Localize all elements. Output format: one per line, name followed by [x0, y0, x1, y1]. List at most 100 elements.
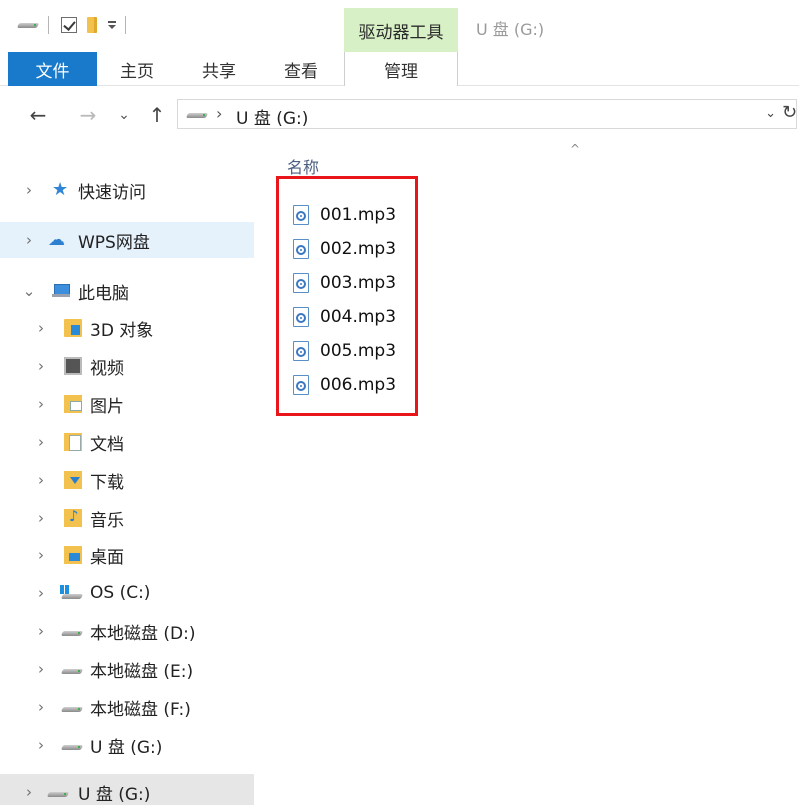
- new-folder-icon[interactable]: [87, 17, 97, 33]
- nav-item-local-disk-f[interactable]: › 本地磁盘 (F:): [0, 689, 254, 725]
- nav-item-label: 此电脑: [78, 283, 129, 304]
- folder-pictures-icon: [64, 395, 82, 413]
- usb-drive-icon: [187, 110, 209, 120]
- refresh-icon[interactable]: ↻: [782, 102, 796, 123]
- drive-icon: [18, 20, 40, 30]
- nav-item-label: 本地磁盘 (D:): [90, 623, 196, 644]
- file-name: 001.mp3: [320, 205, 397, 225]
- quick-access-toolbar: [18, 14, 134, 36]
- drive-icon: [62, 667, 84, 677]
- nav-item-usb-g[interactable]: › U 盘 (G:): [0, 727, 254, 763]
- tab-view[interactable]: 查看: [266, 52, 336, 86]
- nav-item-music[interactable]: › 音乐: [0, 500, 254, 536]
- drive-icon: [62, 629, 84, 639]
- usb-drive-icon: [62, 743, 84, 753]
- tab-share[interactable]: 共享: [183, 52, 255, 86]
- properties-check-icon[interactable]: [61, 17, 77, 33]
- computer-icon: [52, 284, 70, 298]
- file-name: 006.mp3: [320, 375, 397, 395]
- nav-item-label: 桌面: [90, 547, 124, 568]
- audio-file-icon: [293, 307, 309, 327]
- recent-locations-chevron-icon[interactable]: ⌄: [113, 102, 135, 128]
- nav-item-label: 下载: [90, 472, 124, 493]
- expand-chevron-icon[interactable]: ›: [34, 698, 48, 716]
- sort-ascending-icon: ^: [569, 142, 581, 156]
- file-name: 005.mp3: [320, 341, 397, 361]
- nav-item-quick-access[interactable]: › ★ 快速访问: [0, 172, 254, 208]
- nav-item-label: 快速访问: [78, 182, 146, 203]
- nav-item-label: OS (C:): [90, 583, 151, 603]
- expand-chevron-icon[interactable]: ›: [34, 584, 48, 602]
- nav-item-documents[interactable]: › 文档: [0, 424, 254, 460]
- expand-chevron-icon[interactable]: ›: [22, 231, 36, 249]
- forward-arrow-icon[interactable]: →: [74, 102, 102, 128]
- file-item[interactable]: 001.mp3: [293, 202, 396, 228]
- toolbar-divider: [125, 16, 126, 34]
- nav-item-label: 图片: [90, 396, 124, 417]
- expand-chevron-icon[interactable]: ›: [34, 509, 48, 527]
- file-name: 002.mp3: [320, 239, 397, 259]
- customize-toolbar-dropdown-icon[interactable]: [107, 20, 117, 30]
- tab-home[interactable]: 主页: [103, 52, 171, 86]
- breadcrumb-separator-icon[interactable]: ›: [216, 104, 222, 123]
- expand-chevron-icon[interactable]: ›: [34, 357, 48, 375]
- expand-chevron-icon[interactable]: ›: [34, 736, 48, 754]
- nav-item-label: 文档: [90, 434, 124, 455]
- expand-chevron-icon[interactable]: ›: [34, 395, 48, 413]
- nav-item-label: 本地磁盘 (E:): [90, 661, 194, 682]
- audio-file-icon: [293, 341, 309, 361]
- file-name: 004.mp3: [320, 307, 397, 327]
- nav-item-videos[interactable]: › 视频: [0, 348, 254, 384]
- expand-chevron-icon[interactable]: ›: [34, 546, 48, 564]
- folder-music-icon: [64, 507, 82, 527]
- address-bar[interactable]: › U 盘 (G:) ⌄ ↻: [177, 99, 797, 129]
- audio-file-icon: [293, 375, 309, 395]
- usb-drive-icon: [48, 790, 70, 800]
- audio-file-icon: [293, 205, 309, 225]
- file-item[interactable]: 004.mp3: [293, 304, 396, 330]
- folder-documents-icon: [64, 433, 82, 451]
- nav-item-label: 音乐: [90, 510, 124, 531]
- ribbon-tab-bar: 文件 主页 共享 查看 管理: [0, 52, 799, 86]
- expand-chevron-icon[interactable]: ›: [34, 471, 48, 489]
- nav-item-os-c[interactable]: › OS (C:): [0, 575, 254, 611]
- nav-item-local-disk-e[interactable]: › 本地磁盘 (E:): [0, 651, 254, 687]
- folder-desktop-icon: [64, 546, 82, 564]
- nav-item-downloads[interactable]: › 下载: [0, 462, 254, 498]
- nav-item-3d-objects[interactable]: › 3D 对象: [0, 310, 254, 346]
- nav-item-this-pc[interactable]: ⌄ 此电脑: [0, 273, 254, 309]
- audio-file-icon: [293, 239, 309, 259]
- nav-item-wps-drive[interactable]: › ☁ WPS网盘: [0, 222, 254, 258]
- navigation-bar: ← → ⌄ ↑ › U 盘 (G:) ⌄ ↻: [0, 94, 799, 138]
- tab-file[interactable]: 文件: [8, 52, 97, 86]
- folder-downloads-icon: [64, 471, 82, 489]
- column-header-name[interactable]: 名称: [287, 154, 319, 178]
- title-bar: 驱动器工具 U 盘 (G:): [0, 0, 799, 52]
- nav-item-label: 本地磁盘 (F:): [90, 699, 191, 720]
- window-title: U 盘 (G:): [476, 20, 545, 39]
- drive-icon: [62, 705, 84, 715]
- address-history-dropdown-icon[interactable]: ⌄: [765, 106, 776, 121]
- back-arrow-icon[interactable]: ←: [24, 102, 52, 128]
- up-arrow-icon[interactable]: ↑: [144, 102, 170, 128]
- nav-item-desktop[interactable]: › 桌面: [0, 537, 254, 573]
- breadcrumb-current-location[interactable]: U 盘 (G:): [236, 104, 308, 129]
- file-item[interactable]: 003.mp3: [293, 270, 396, 296]
- expand-chevron-icon[interactable]: ›: [34, 660, 48, 678]
- file-item[interactable]: 006.mp3: [293, 372, 396, 398]
- expand-chevron-icon[interactable]: ›: [22, 783, 36, 801]
- nav-item-usb-g-root[interactable]: › U 盘 (G:): [0, 774, 254, 805]
- expand-chevron-icon[interactable]: ›: [34, 622, 48, 640]
- nav-item-local-disk-d[interactable]: › 本地磁盘 (D:): [0, 613, 254, 649]
- file-item[interactable]: 005.mp3: [293, 338, 396, 364]
- nav-item-pictures[interactable]: › 图片: [0, 386, 254, 422]
- file-item[interactable]: 002.mp3: [293, 236, 396, 262]
- folder-videos-icon: [64, 357, 82, 375]
- expand-chevron-icon[interactable]: ›: [34, 433, 48, 451]
- toolbar-divider: [48, 16, 49, 34]
- expand-chevron-icon[interactable]: ›: [22, 181, 36, 199]
- cloud-icon: ☁: [48, 230, 65, 250]
- expand-chevron-icon[interactable]: ›: [34, 319, 48, 337]
- collapse-chevron-icon[interactable]: ⌄: [22, 282, 36, 300]
- tab-manage[interactable]: 管理: [344, 52, 458, 86]
